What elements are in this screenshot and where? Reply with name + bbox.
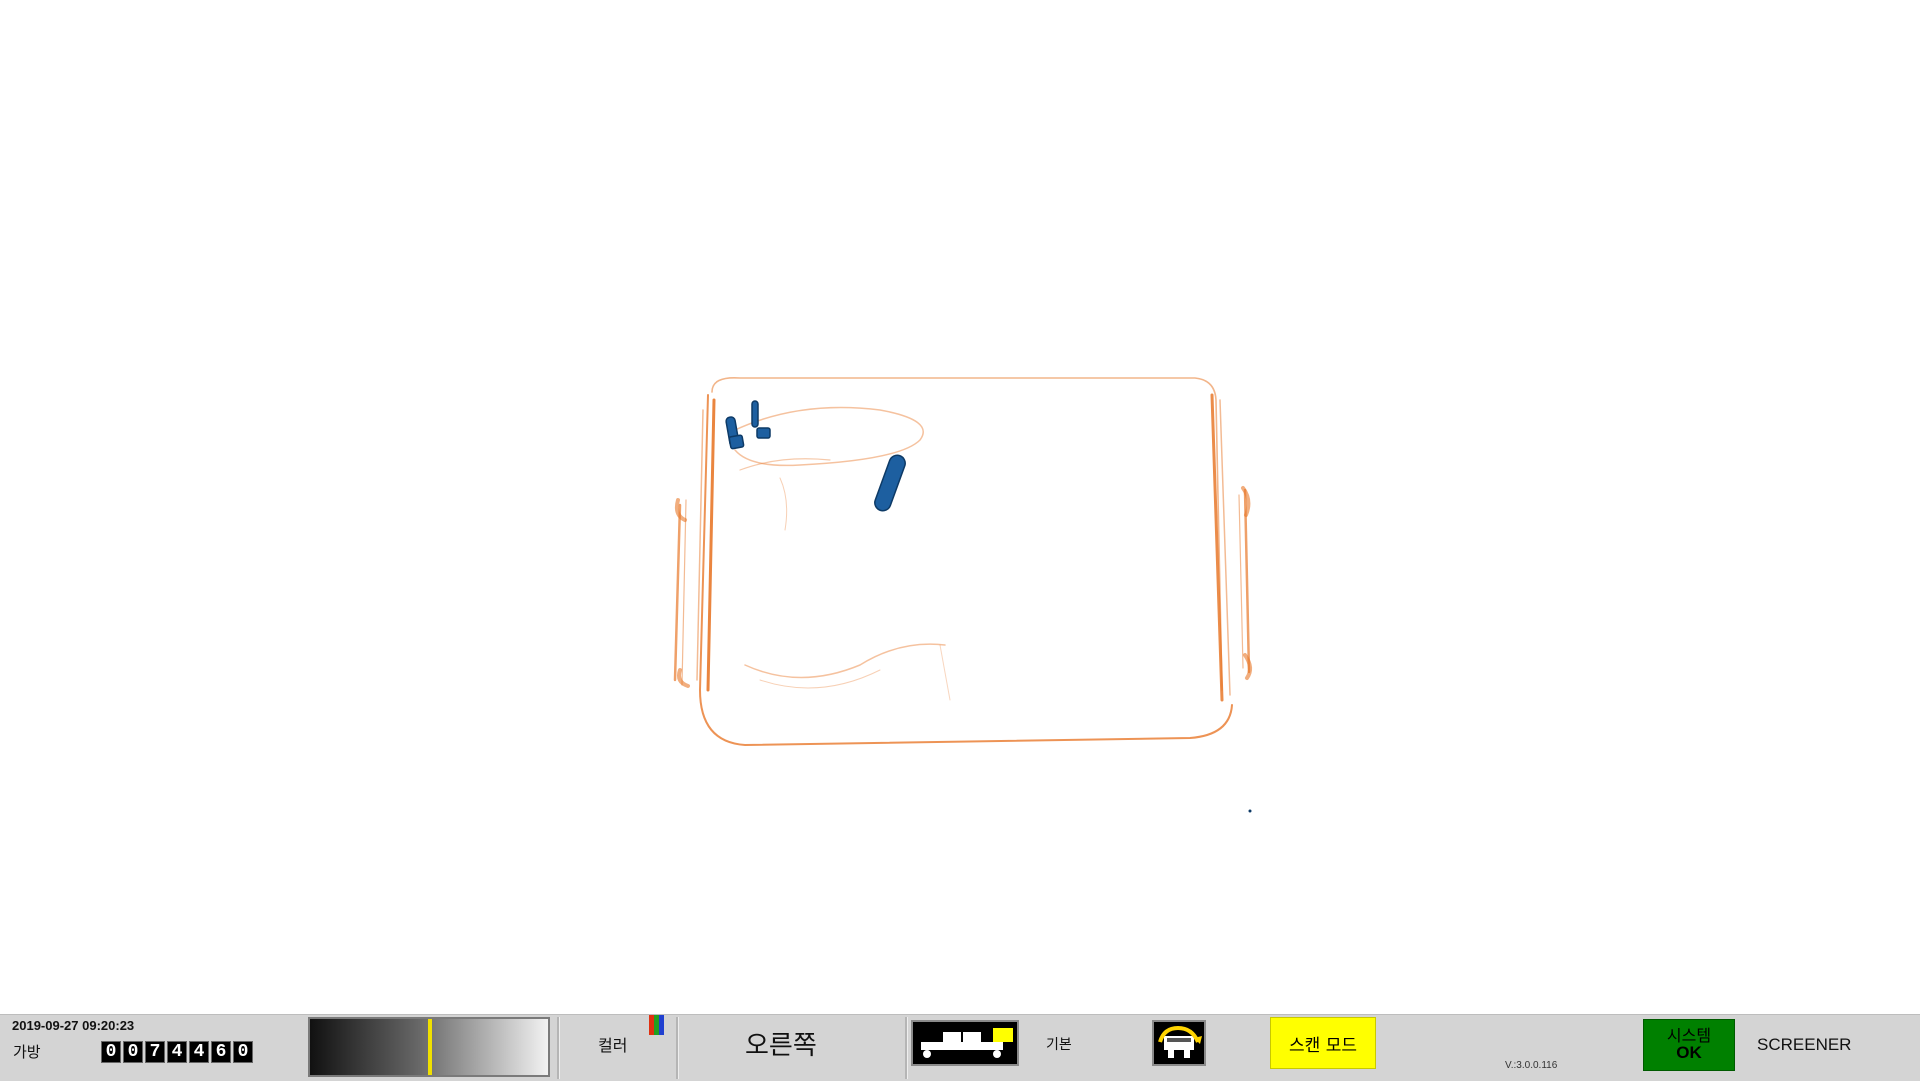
counter-digit: 6 <box>211 1041 231 1063</box>
version-label: V.:3.0.0.116 <box>1505 1060 1558 1071</box>
xray-image-viewport[interactable] <box>0 0 1920 1014</box>
color-mode-label[interactable]: 컬러 <box>598 1032 627 1056</box>
conveyor-mode-icon[interactable] <box>911 1020 1019 1066</box>
bag-counter: 0 0 7 4 4 6 0 <box>101 1041 253 1063</box>
counter-digit: 0 <box>123 1041 143 1063</box>
divider <box>905 1017 908 1079</box>
density-slider[interactable] <box>308 1017 550 1077</box>
counter-digit: 0 <box>101 1041 121 1063</box>
system-status-indicator: 시스템 OK <box>1643 1019 1735 1071</box>
counter-digit: 4 <box>167 1041 187 1063</box>
scan-mode-button[interactable]: 스캔 모드 <box>1270 1017 1376 1069</box>
counter-digit: 0 <box>233 1041 253 1063</box>
system-status-title: 시스템 <box>1666 1025 1712 1045</box>
direction-label[interactable]: 오른쪽 <box>745 1025 817 1062</box>
status-bar: 2019-09-27 09:20:23 가방 0 0 7 4 4 6 0 컬러 … <box>0 1014 1920 1081</box>
color-bar-blue <box>659 1015 664 1035</box>
system-status-value: OK <box>1676 1043 1702 1063</box>
divider <box>557 1017 560 1079</box>
belt-direction-icon[interactable] <box>1152 1020 1206 1066</box>
xray-scan-image <box>673 376 1252 813</box>
bag-count-label: 가방 <box>13 1043 41 1061</box>
profile-label: 기본 <box>1046 1037 1072 1053</box>
counter-digit: 4 <box>189 1041 209 1063</box>
metal-objects <box>725 400 906 512</box>
counter-digit: 7 <box>145 1041 165 1063</box>
density-slider-handle[interactable] <box>428 1019 432 1075</box>
speck <box>1248 809 1252 813</box>
color-mode-icon[interactable] <box>649 1015 664 1035</box>
datetime: 2019-09-27 09:20:23 <box>12 1018 135 1033</box>
divider <box>676 1017 679 1079</box>
user-role-label: SCREENER <box>1757 1035 1852 1054</box>
